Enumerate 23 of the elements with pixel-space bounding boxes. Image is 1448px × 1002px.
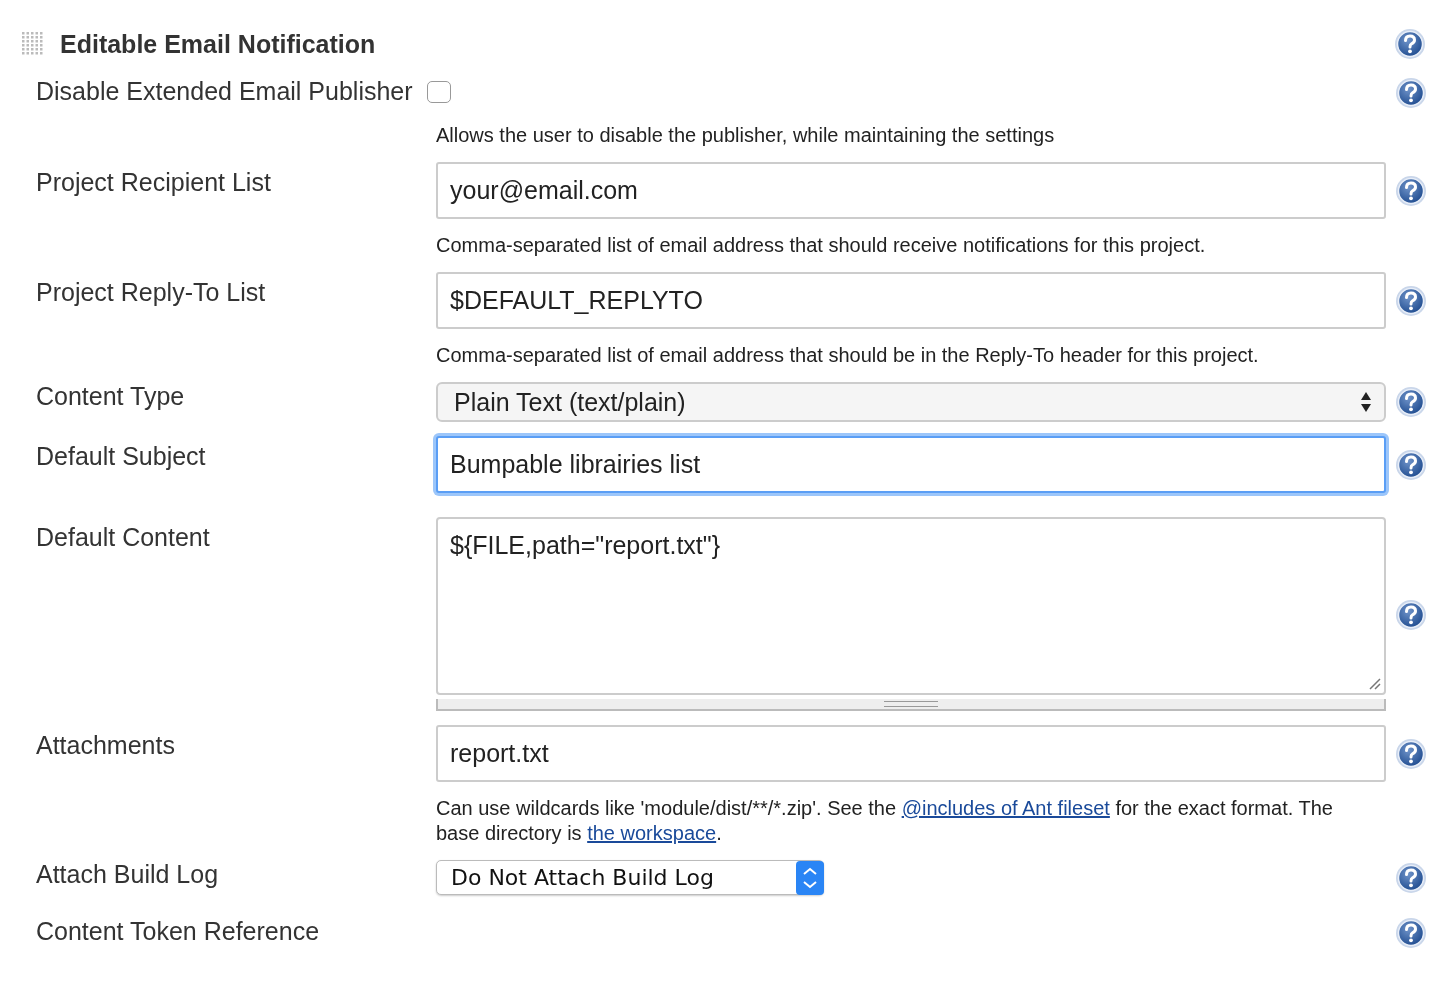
dropdown[interactable]: Plain Text (text/plain) — [436, 382, 1386, 422]
field-label: Project Recipient List — [36, 168, 271, 196]
text-field[interactable]: report.txt — [436, 725, 1386, 782]
field-label: Attach Build Log — [36, 860, 219, 888]
field-label: Project Reply-To List — [36, 278, 266, 306]
section-title: Editable Email Notification — [60, 29, 376, 59]
text-area[interactable]: ${FILE,path="report.txt"} — [436, 517, 1386, 695]
link[interactable]: the workspace — [587, 822, 717, 844]
field-label: Disable Extended Email Publisher — [36, 77, 413, 106]
help-text: Comma-separated list of email address that should receive notifications for this project. — [436, 233, 1207, 258]
link[interactable]: @includes of Ant fileset — [901, 797, 1110, 819]
text-field[interactable]: $DEFAULT_REPLYTO — [436, 272, 1386, 329]
text-field[interactable]: your@email.com — [436, 162, 1386, 219]
field-label: Default Content — [36, 523, 210, 551]
field-label: Attachments — [36, 731, 175, 759]
dropdown[interactable]: Do Not Attach Build Log — [436, 860, 824, 895]
text-field[interactable]: Bumpable librairies list — [436, 436, 1386, 493]
field-label: Content Type — [36, 382, 185, 410]
field-label: Content Token Reference — [36, 917, 320, 945]
help-text: Comma-separated list of email address that should be in the Reply-To header for this project. — [436, 343, 1260, 368]
field-label: Default Subject — [36, 442, 206, 470]
help-text: Allows the user to disable the publisher, while maintaining the settings — [436, 123, 1056, 148]
help-text: Can use wildcards like 'module/dist/**/*.zip'. See the @includes of Ant fileset for the exact format. The base directory is the workspace. — [436, 796, 1334, 846]
